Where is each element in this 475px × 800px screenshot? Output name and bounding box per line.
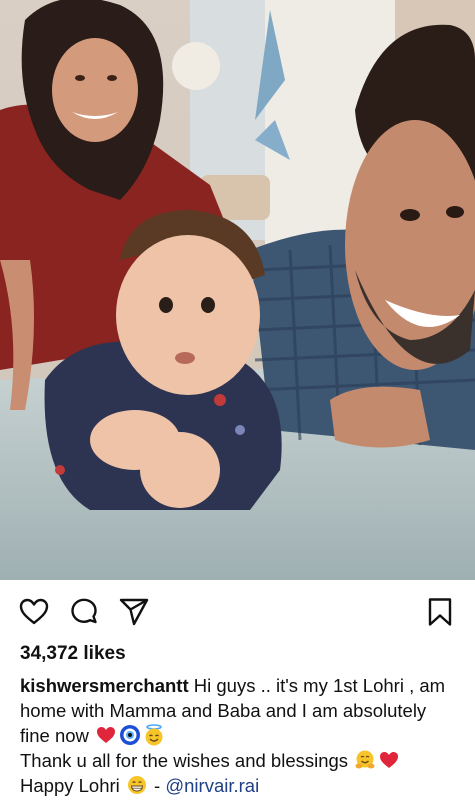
post-caption: kishwersmerchantt Hi guys .. it's my 1st… [20, 673, 460, 798]
hugging-face-emoji-icon [354, 749, 376, 771]
smiling-face-with-halo-emoji-icon [143, 724, 165, 746]
likes-count[interactable]: 34,372 likes [20, 643, 126, 665]
caption-mention-link[interactable]: @nirvair.rai [165, 775, 259, 796]
caption-text-3: Happy Lohri [20, 775, 120, 796]
caption-dash: - [148, 775, 166, 796]
caption-line-2: Thank u all for the wishes and blessings [20, 748, 460, 773]
red-heart-emoji-icon-2 [378, 749, 400, 771]
red-heart-emoji-icon [95, 724, 117, 746]
comment-bubble-icon[interactable] [68, 596, 100, 628]
family-photo-illustration [0, 0, 475, 580]
heart-outline-icon[interactable] [18, 596, 50, 628]
nazar-amulet-emoji-icon [119, 724, 141, 746]
post-photo[interactable] [0, 0, 475, 580]
caption-username[interactable]: kishwersmerchantt [20, 675, 189, 696]
bookmark-icon[interactable] [424, 596, 456, 628]
caption-text-2: Thank u all for the wishes and blessings [20, 750, 349, 771]
grinning-face-emoji-icon [126, 774, 148, 796]
instagram-post: 34,372 likes kishwersmerchantt Hi guys .… [0, 0, 475, 800]
post-actions-bar [0, 580, 475, 642]
caption-line-3: Happy Lohri - @nirvair.rai [20, 773, 460, 798]
paper-plane-icon[interactable] [118, 596, 150, 628]
caption-line-1: kishwersmerchantt Hi guys .. it's my 1st… [20, 673, 460, 748]
